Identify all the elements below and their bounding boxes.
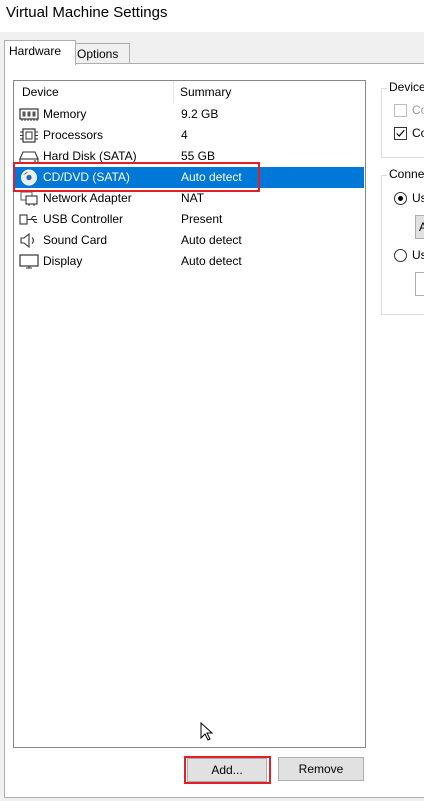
connected-label: Co <box>412 103 424 117</box>
column-header-device[interactable]: Device <box>22 85 59 99</box>
network-adapter-icon <box>20 191 38 206</box>
memory-icon <box>19 108 39 121</box>
device-summary: 55 GB <box>181 149 216 163</box>
display-icon <box>19 254 39 269</box>
device-name: Sound Card <box>43 233 108 247</box>
connection-label: Conne <box>387 167 424 181</box>
device-name: Memory <box>43 107 87 121</box>
remove-button[interactable]: Remove <box>278 757 364 781</box>
connected-checkbox[interactable] <box>394 104 407 117</box>
device-row-sound-card[interactable]: Sound Card Auto detect <box>15 230 364 251</box>
device-list-header: Device Summary <box>14 81 365 103</box>
sound-card-icon <box>20 232 34 249</box>
processor-icon <box>20 128 38 143</box>
column-divider[interactable] <box>173 81 174 103</box>
connect-at-power-on-label: Co <box>412 126 424 140</box>
device-name: Hard Disk (SATA) <box>43 149 137 163</box>
device-row-display[interactable]: Display Auto detect <box>15 251 364 272</box>
device-summary: 4 <box>181 128 188 142</box>
device-status-group <box>381 88 424 158</box>
usb-icon <box>19 214 37 225</box>
checkmark-icon <box>396 129 405 137</box>
device-summary: 9.2 GB <box>181 107 219 121</box>
tab-hardware[interactable]: Hardware <box>4 40 76 65</box>
tab-options[interactable]: Options <box>72 43 130 65</box>
device-status-label: Device <box>387 80 424 94</box>
connect-at-power-on-checkbox[interactable] <box>394 127 407 140</box>
iso-path-input[interactable] <box>415 272 424 296</box>
column-header-summary[interactable]: Summary <box>180 85 231 99</box>
device-name: Network Adapter <box>43 191 132 205</box>
physical-drive-select[interactable]: A <box>415 215 424 239</box>
device-row-processors[interactable]: Processors 4 <box>15 125 364 146</box>
device-name: Processors <box>43 128 104 142</box>
mouse-cursor-icon <box>200 722 214 741</box>
device-name: USB Controller <box>43 212 124 226</box>
use-iso-image-label: Us <box>412 248 424 262</box>
highlight-box-add <box>184 756 271 784</box>
device-summary: NAT <box>181 191 205 205</box>
device-summary: Present <box>181 212 223 226</box>
device-summary: Auto detect <box>181 233 242 247</box>
use-physical-drive-label: Us <box>412 191 424 205</box>
use-physical-drive-radio[interactable] <box>394 192 407 205</box>
window-title: Virtual Machine Settings <box>6 4 168 21</box>
highlight-box-cd-dvd <box>13 162 260 192</box>
device-summary: Auto detect <box>181 254 242 268</box>
device-row-usb-controller[interactable]: USB Controller Present <box>15 209 364 230</box>
device-name: Display <box>43 254 83 268</box>
device-row-memory[interactable]: Memory 9.2 GB <box>15 104 364 125</box>
use-iso-image-radio[interactable] <box>394 249 407 262</box>
